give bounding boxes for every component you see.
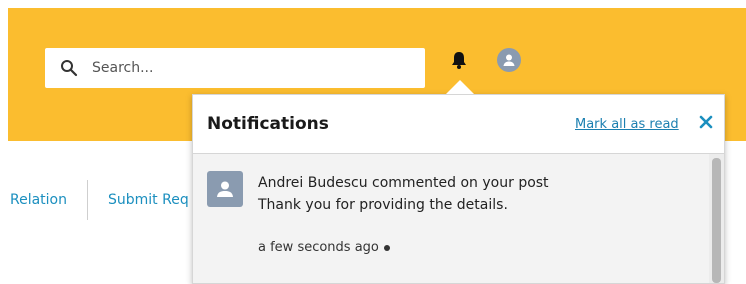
search-icon [60,59,78,77]
popover-caret [446,80,474,94]
scrollbar-thumb[interactable] [712,158,721,283]
notification-item[interactable]: Andrei Budescu commented on your post Th… [193,154,709,283]
search-input[interactable] [90,59,394,77]
search-bar [45,48,425,88]
tab-bar: Relation Submit Req [0,180,210,220]
bell-icon[interactable] [449,50,469,70]
notifications-header: Notifications Mark all as read [193,95,724,154]
notifications-title: Notifications [207,114,329,134]
close-icon[interactable] [697,113,715,131]
notification-detail: Thank you for providing the details. [258,197,508,213]
notifications-panel: Notifications Mark all as read Andrei Bu… [192,94,725,284]
user-avatar-icon[interactable] [497,48,521,72]
user-avatar-icon [207,171,243,207]
notification-timestamp: a few seconds ago [258,240,379,255]
notification-time: a few seconds ago [258,240,390,255]
tab-relation[interactable]: Relation [0,180,88,220]
scrollbar[interactable] [709,154,724,283]
mark-all-read-link[interactable]: Mark all as read [575,117,679,132]
notification-text: Andrei Budescu commented on your post Th… [258,172,549,216]
unread-dot-icon [383,244,390,251]
notification-message: Andrei Budescu commented on your post [258,175,549,191]
